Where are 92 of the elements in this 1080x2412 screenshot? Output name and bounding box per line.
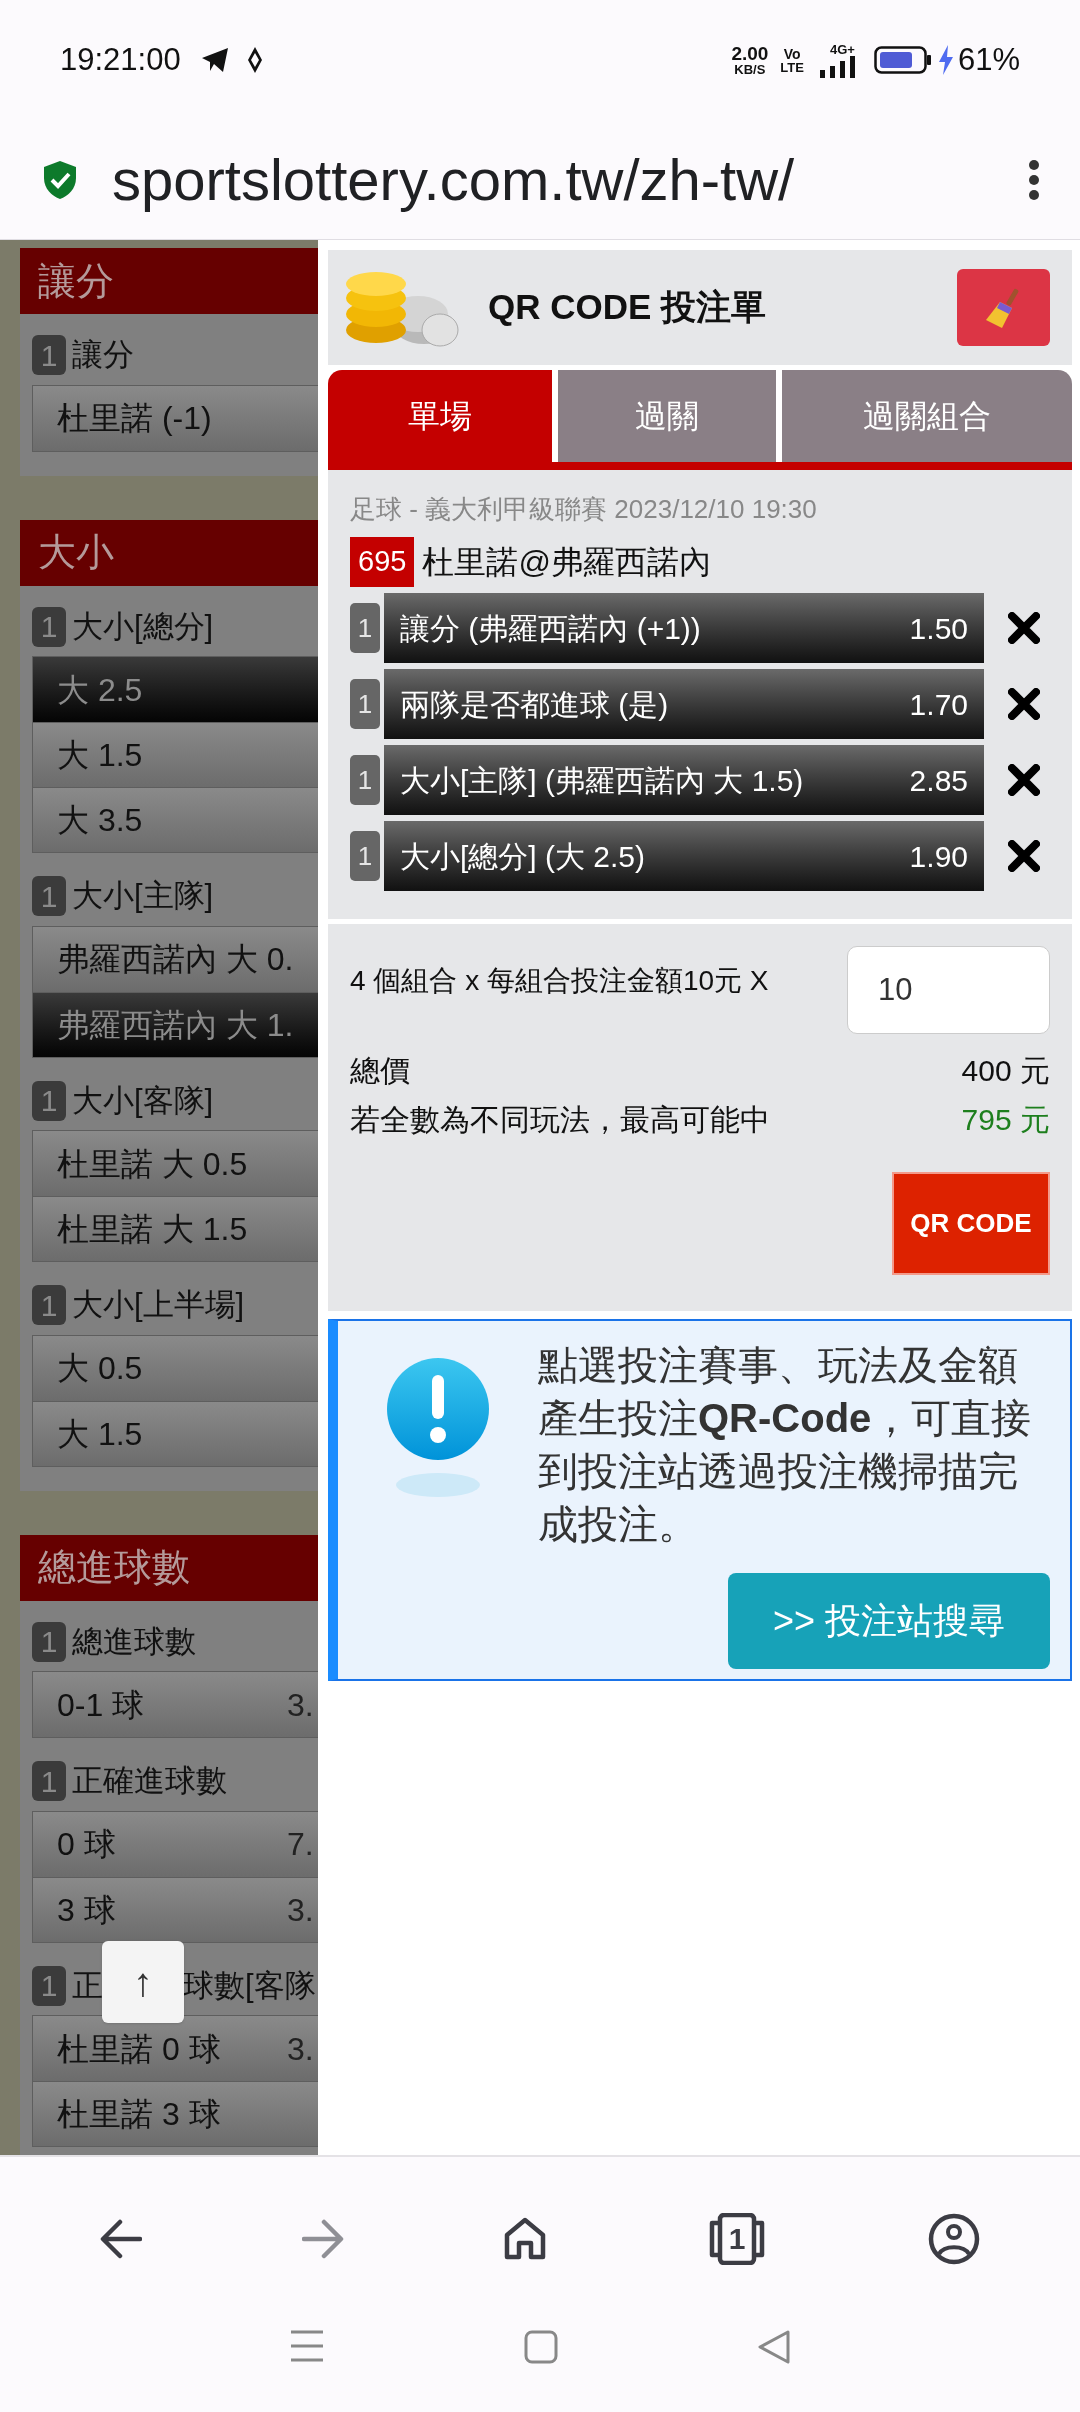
network-type: 4G+: [829, 42, 855, 56]
count-badge: 1: [32, 1285, 66, 1326]
volte-label: Vo: [783, 46, 801, 61]
close-icon[interactable]: [1008, 840, 1040, 872]
close-icon[interactable]: [1008, 764, 1040, 796]
tab[interactable]: 單場: [328, 370, 552, 462]
menu-icon[interactable]: [290, 2330, 324, 2362]
market-title: 正: [72, 1966, 103, 2005]
home-icon[interactable]: [504, 2216, 546, 2261]
market-title: 總進球數: [72, 1622, 196, 1661]
diamond-icon: [246, 46, 263, 74]
count-badge: 1: [32, 876, 66, 917]
max-win-label: 若全數為不同玩法，最高可能中: [350, 1102, 770, 1138]
market-title: 大小[總分]: [72, 607, 214, 646]
bet-odds: 2.85: [909, 762, 968, 799]
bet-odds: 1.90: [909, 838, 968, 875]
match-teams: 杜里諾@弗羅西諾內: [422, 543, 711, 582]
bet-option[interactable]: 杜里諾 (-1): [33, 385, 318, 451]
market-title: 大小[主隊]: [72, 877, 214, 915]
bet-label: 兩隊是否都進球 (是): [400, 686, 669, 723]
bet-option[interactable]: 大 1.5: [33, 1400, 318, 1466]
more-options-icon[interactable]: [1028, 159, 1040, 200]
market-title: 大小[客隊]: [72, 1081, 214, 1120]
section-header: 總進球數: [20, 1534, 318, 1601]
stake-input[interactable]: 10: [847, 946, 1050, 1034]
bet-option[interactable]: 大 0.5: [33, 1335, 318, 1401]
stake-label: 4 個組合 x 每組合投注金額10元 X: [350, 964, 769, 998]
charging-icon: [937, 45, 954, 75]
signal-icon: [817, 55, 858, 78]
forward-arrow-icon[interactable]: [302, 2218, 344, 2259]
secure-shield-icon: [42, 159, 78, 200]
volte-label: LTE: [780, 60, 804, 74]
total-value: 400 元: [961, 1053, 1050, 1089]
scroll-to-top-button[interactable]: ↑: [102, 1940, 184, 2023]
close-icon[interactable]: [1008, 688, 1040, 720]
market-title: 正確進球數: [72, 1762, 227, 1800]
bet-option[interactable]: 弗羅西諾內 大 0.: [33, 926, 318, 992]
max-win-value: 795 元: [961, 1102, 1050, 1138]
bet-option[interactable]: 杜里諾 大 0.5: [33, 1131, 318, 1196]
bet-option[interactable]: 杜里諾 大 1.5: [33, 1196, 318, 1261]
bet-option[interactable]: 0-1 球 3.: [33, 1672, 318, 1737]
count-badge: 1: [32, 1761, 66, 1802]
battery-percentage: 61%: [957, 40, 1020, 79]
bet-label: 大小[總分] (大 2.5): [400, 838, 646, 875]
count-badge: 1: [32, 1080, 66, 1121]
tab[interactable]: 過關組合: [782, 370, 1072, 462]
qr-code-button[interactable]: QR CODE: [892, 1172, 1050, 1275]
bet-option[interactable]: 大 2.5: [33, 657, 318, 722]
count-badge: 1: [350, 679, 380, 729]
network-speed: 2.00: [731, 44, 769, 63]
close-icon[interactable]: [1008, 612, 1040, 644]
count-badge: 1: [32, 1965, 66, 2006]
count-badge: 1: [32, 335, 66, 376]
match-info: 足球 - 義大利甲級聯賽 2023/12/10 19:30: [350, 493, 818, 526]
match-number-badge: 695: [350, 537, 415, 587]
slip-title: QR CODE 投注單: [488, 286, 767, 329]
count-badge: 1: [350, 831, 380, 881]
tab[interactable]: 過關: [558, 370, 776, 462]
back-arrow-icon[interactable]: [100, 2218, 142, 2259]
back-triangle-icon[interactable]: [758, 2330, 790, 2364]
home-square-icon[interactable]: [524, 2330, 558, 2364]
battery-icon: [873, 46, 932, 74]
bet-option[interactable]: 3 球 3.: [33, 1876, 318, 1942]
count-badge: 1: [32, 606, 66, 647]
bet-option[interactable]: 杜里諾 3 球: [33, 2081, 318, 2146]
bet-odds: 1.70: [909, 686, 968, 723]
count-badge: 1: [350, 603, 380, 653]
bet-option[interactable]: 0 球 7.: [33, 1811, 318, 1877]
clock-time: 19:21:00: [60, 40, 181, 79]
url-text: sportslottery.com.tw/zh-tw/: [112, 146, 795, 214]
count-badge: 1: [350, 755, 380, 805]
account-icon[interactable]: [928, 2212, 980, 2265]
bet-option[interactable]: 大 1.5: [33, 722, 318, 787]
info-alert-icon: [385, 1357, 491, 1497]
info-text: 點選投注賽事、玩法及金額產生投注QR-Code，可直接到投注站透過投注機掃描完成投注。: [538, 1342, 1033, 1548]
paper-plane-icon: [200, 47, 229, 73]
bet-option[interactable]: 大 3.5: [33, 787, 318, 852]
find-station-button[interactable]: >> 投注站搜尋: [728, 1573, 1050, 1669]
section-header: 讓分: [20, 248, 318, 314]
bet-option[interactable]: 弗羅西諾內 大 1.: [33, 991, 318, 1057]
network-speed-unit: KB/S: [734, 63, 766, 76]
market-title: 讓分: [72, 336, 134, 374]
total-label: 總價: [350, 1053, 410, 1089]
market-title: 球數[客隊: [183, 1966, 316, 2005]
bet-label: 讓分 (弗羅西諾內 (+1)): [400, 610, 701, 647]
market-title: 大小[上半場]: [72, 1286, 245, 1324]
bet-option[interactable]: 杜里諾 0 球 3.: [33, 2016, 318, 2081]
bet-odds: 1.50: [909, 610, 968, 647]
section-header: 大小: [20, 519, 318, 586]
count-badge: 1: [32, 1621, 66, 1662]
clear-button[interactable]: [957, 269, 1050, 346]
bet-label: 大小[主隊] (弗羅西諾內 大 1.5): [400, 762, 804, 799]
